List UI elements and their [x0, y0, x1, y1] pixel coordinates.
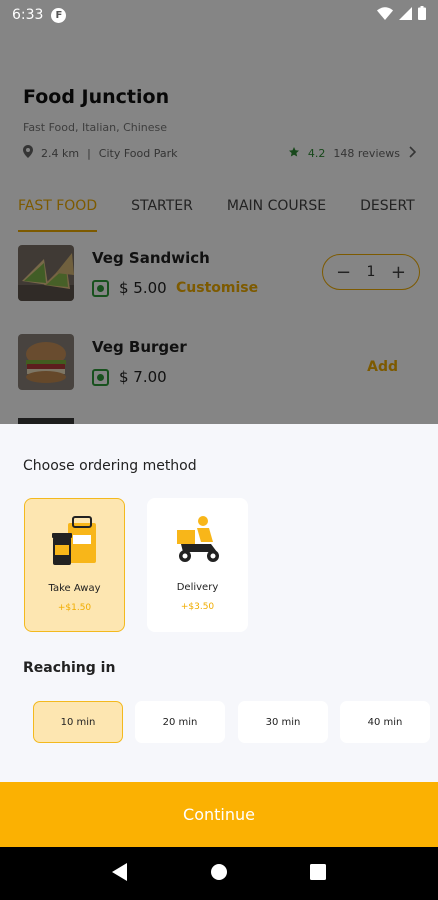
battery-icon [418, 6, 426, 24]
time-chip-10-min[interactable]: 10 min [33, 701, 123, 743]
app-notification-icon: F [51, 7, 67, 23]
time-chip-40-min[interactable]: 40 min [340, 701, 430, 743]
method-take-away[interactable]: Take Away +$1.50 [24, 498, 125, 632]
dim-overlay[interactable] [0, 0, 438, 424]
method-label: Take Away [48, 583, 101, 594]
ordering-method-sheet: Choose ordering method Take Away +$1.50 [0, 424, 438, 782]
status-bar: 6:33 F [0, 0, 438, 30]
signal-icon [399, 6, 412, 24]
time-chip-30-min[interactable]: 30 min [238, 701, 328, 743]
takeaway-bag-icon [51, 515, 101, 567]
method-delivery[interactable]: Delivery +$3.50 [147, 498, 248, 632]
method-fee: +$1.50 [57, 603, 92, 613]
status-time: 6:33 [12, 7, 44, 23]
delivery-scooter-icon [173, 514, 223, 566]
wifi-icon [377, 6, 393, 24]
method-fee: +$3.50 [180, 602, 215, 612]
system-nav-bar [0, 847, 438, 900]
home-icon[interactable] [210, 863, 227, 884]
continue-button[interactable]: Continue [0, 782, 438, 847]
back-icon[interactable] [111, 862, 128, 885]
method-label: Delivery [176, 582, 219, 593]
reaching-in-title: Reaching in [23, 660, 116, 676]
time-chip-20-min[interactable]: 20 min [135, 701, 225, 743]
recents-icon[interactable] [310, 863, 327, 884]
sheet-title: Choose ordering method [23, 458, 197, 474]
